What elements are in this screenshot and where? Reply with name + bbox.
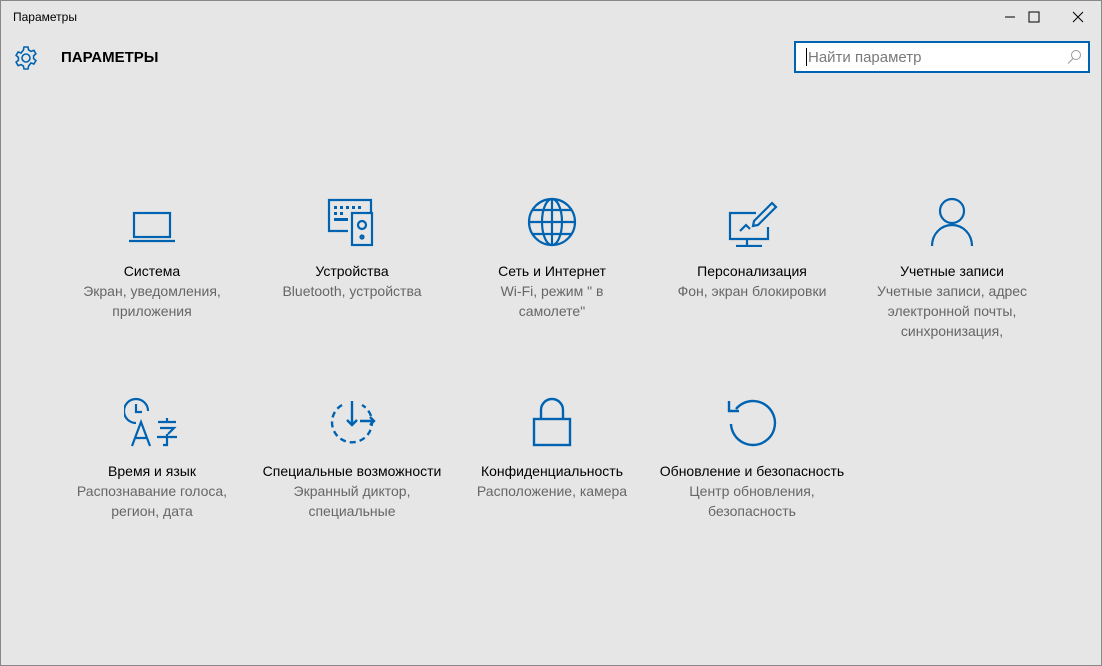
tile-description: Wi-Fi, режим " в самолете": [500, 283, 604, 319]
tile-description: Фон, экран блокировки: [677, 283, 827, 299]
close-icon: [1072, 11, 1084, 23]
time-language-icon: [52, 391, 252, 447]
settings-tile-7[interactable]: Конфиденциальность Расположение, камера: [452, 391, 652, 501]
tile-description: Учетные записи, адрес электронной почты,…: [876, 283, 1028, 339]
search-icon[interactable]: [1066, 49, 1082, 65]
settings-tile-2[interactable]: Сеть и Интернет Wi-Fi, режим " в самолет…: [452, 191, 652, 321]
maximize-button[interactable]: [1011, 1, 1057, 33]
settings-tile-8[interactable]: Обновление и безопасность Центр обновлен…: [652, 391, 852, 521]
personalization-icon: [652, 191, 852, 247]
tile-description: Распознавание голоса, регион, дата: [76, 483, 228, 519]
tile-description: Экран, уведомления, приложения: [83, 283, 221, 319]
settings-tile-5[interactable]: Время и язык Распознавание голоса, регио…: [52, 391, 252, 521]
tile-label: Устройства: [315, 263, 389, 279]
window-title: Параметры: [13, 10, 77, 24]
tile-label: Система: [123, 263, 181, 279]
tile-label: Специальные возможности: [262, 463, 442, 479]
tile-label: Сеть и Интернет: [498, 263, 606, 279]
person-icon: [852, 191, 1052, 247]
laptop-icon: [52, 191, 252, 247]
settings-tile-6[interactable]: Специальные возможности Экранный диктор,…: [252, 391, 452, 521]
tile-label: Время и язык: [108, 463, 196, 479]
tile-label: Учетные записи: [900, 263, 1004, 279]
tile-description: Bluetooth, устройства: [282, 283, 422, 299]
lock-icon: [452, 391, 652, 447]
globe-icon: [452, 191, 652, 247]
maximize-icon: [1028, 11, 1040, 23]
devices-icon: [252, 191, 452, 247]
ease-of-access-icon: [252, 391, 452, 447]
update-icon: [652, 391, 852, 447]
tile-description: Расположение, камера: [476, 483, 628, 499]
settings-tile-4[interactable]: Учетные записи Учетные записи, адрес эле…: [852, 191, 1052, 341]
gear-icon: [13, 45, 39, 76]
settings-tile-1[interactable]: Устройства Bluetooth, устройства: [252, 191, 452, 301]
page-title: ПАРАМЕТРЫ: [61, 49, 159, 66]
search-input[interactable]: [796, 43, 1046, 71]
tile-description: Центр обновления, безопасность: [689, 483, 815, 519]
settings-tile-3[interactable]: Персонализация Фон, экран блокировки: [652, 191, 852, 301]
search-box[interactable]: [794, 41, 1090, 73]
tile-label: Обновление и безопасность: [659, 463, 845, 479]
settings-tile-0[interactable]: Система Экран, уведомления, приложения: [52, 191, 252, 321]
title-bar: Параметры: [1, 1, 1101, 33]
tile-label: Персонализация: [697, 263, 807, 279]
close-button[interactable]: [1055, 1, 1101, 33]
tile-label: Конфиденциальность: [480, 463, 623, 479]
tile-description: Экранный диктор, специальные: [293, 483, 411, 519]
